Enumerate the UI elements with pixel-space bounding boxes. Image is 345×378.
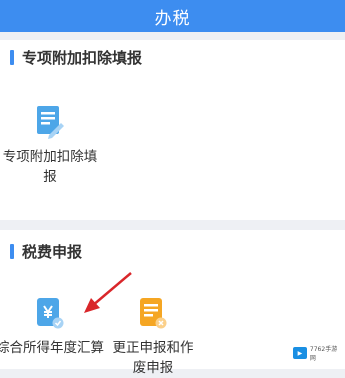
watermark-badge: ▶ 7762手游网 [293, 344, 343, 362]
watermark-logo-icon: ▶ [293, 347, 307, 359]
watermark-text: 7762手游网 [309, 346, 338, 362]
red-pointer-arrow-icon [84, 272, 132, 313]
